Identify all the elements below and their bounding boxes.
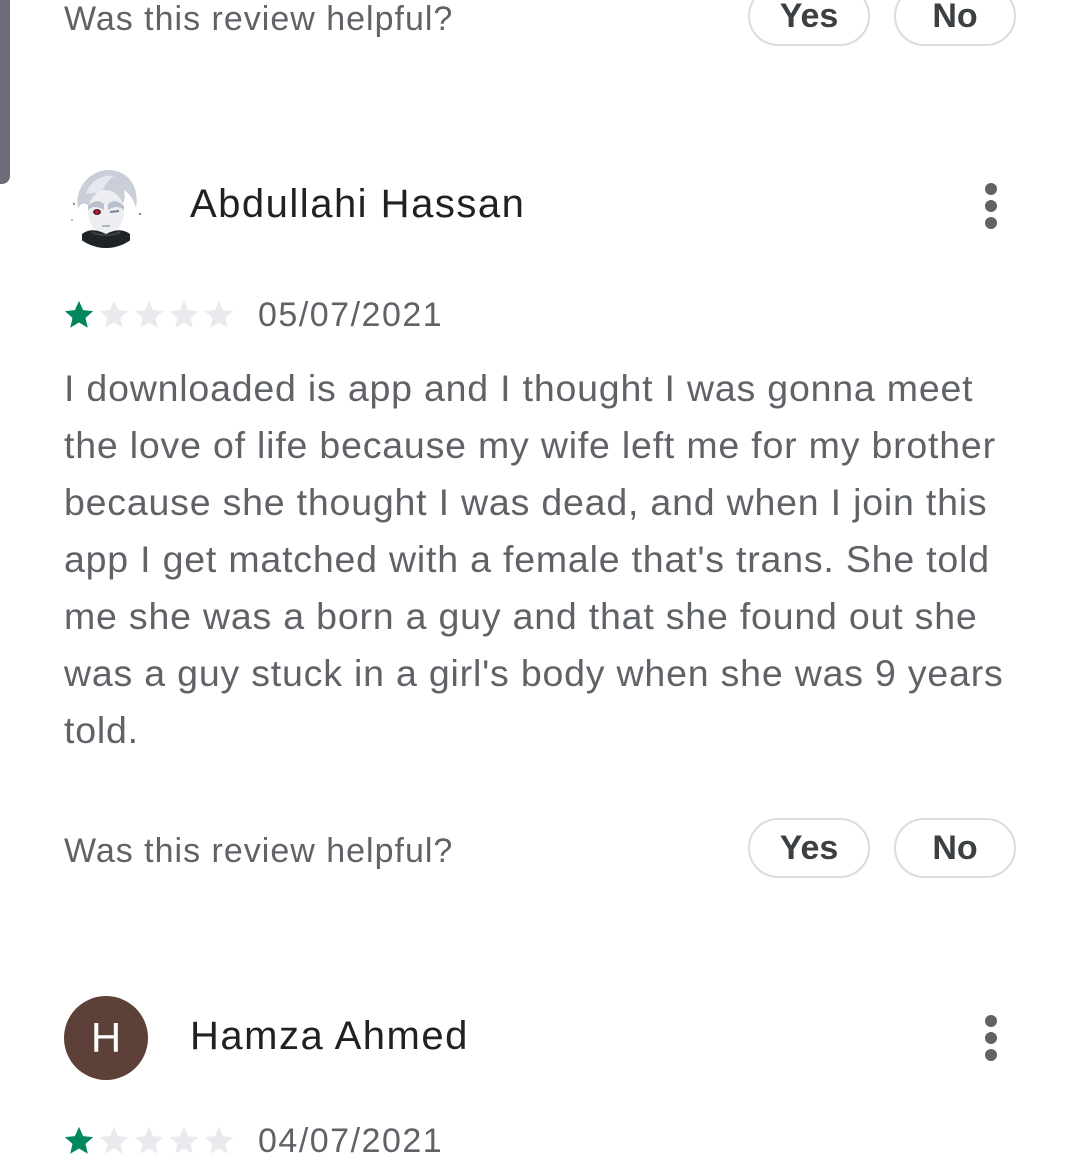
- anime-character-avatar-icon: [64, 164, 148, 248]
- reviewer-header: H Hamza Ahmed: [64, 996, 1016, 1080]
- avatar: [64, 164, 148, 248]
- review-text: I downloaded is app and I thought I was …: [64, 367, 1004, 751]
- helpful-yes-button[interactable]: Yes: [748, 0, 870, 46]
- star-empty-icon: [134, 1126, 164, 1154]
- review-date: 04/07/2021: [258, 1121, 444, 1160]
- helpful-no-button[interactable]: No: [894, 0, 1016, 46]
- helpful-question: Was this review helpful?: [64, 0, 454, 38]
- helpful-no-button[interactable]: No: [894, 818, 1016, 878]
- more-vert-icon: [985, 183, 997, 229]
- star-empty-icon: [99, 300, 129, 328]
- star-rating: [62, 1124, 236, 1158]
- helpful-row: Was this review helpful? Yes No: [64, 818, 1016, 882]
- more-vert-icon: [985, 1015, 997, 1061]
- more-options-button[interactable]: [984, 182, 998, 230]
- scrollbar[interactable]: [0, 0, 10, 184]
- star-empty-icon: [204, 1126, 234, 1154]
- star-filled-icon: [64, 300, 94, 328]
- reviewer-header: Abdullahi Hassan: [64, 164, 1016, 248]
- avatar: H: [64, 996, 148, 1080]
- star-filled-icon: [64, 1126, 94, 1154]
- more-options-button[interactable]: [984, 1014, 998, 1062]
- review-date: 05/07/2021: [258, 295, 444, 334]
- helpful-yes-button[interactable]: Yes: [748, 818, 870, 878]
- prev-review-helpful-row: Was this review helpful? Yes No: [64, 0, 1016, 50]
- rating-row: 04/07/2021: [62, 1121, 443, 1161]
- helpful-question: Was this review helpful?: [64, 832, 454, 870]
- rating-row: 05/07/2021: [62, 295, 443, 335]
- star-empty-icon: [99, 1126, 129, 1154]
- star-rating: [62, 298, 236, 332]
- star-empty-icon: [169, 1126, 199, 1154]
- reviewer-name: Abdullahi Hassan: [190, 182, 526, 226]
- reviewer-name: Hamza Ahmed: [190, 1014, 469, 1058]
- star-empty-icon: [169, 300, 199, 328]
- star-empty-icon: [204, 300, 234, 328]
- star-empty-icon: [134, 300, 164, 328]
